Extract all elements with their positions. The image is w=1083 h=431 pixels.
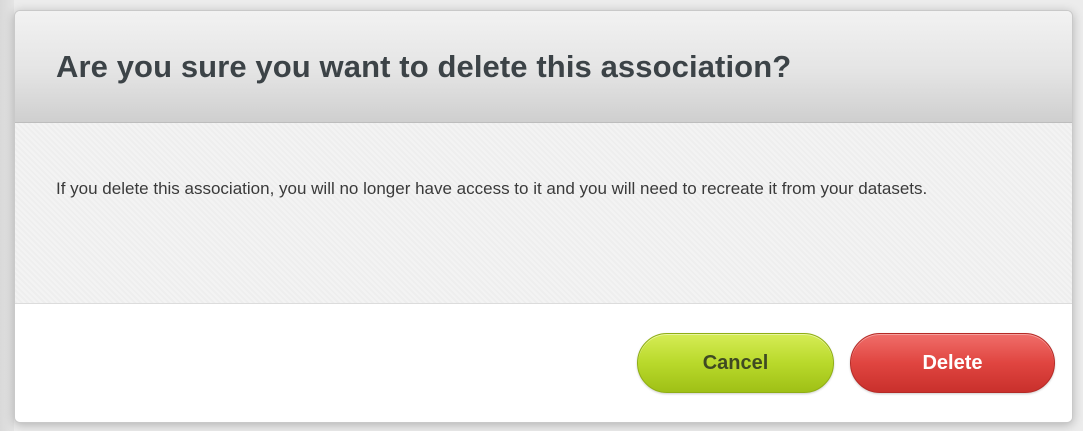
dialog-title: Are you sure you want to delete this ass… bbox=[56, 48, 792, 84]
dialog-body: If you delete this association, you will… bbox=[15, 123, 1072, 304]
dialog-footer: Cancel Delete bbox=[15, 304, 1072, 422]
dialog-message: If you delete this association, you will… bbox=[56, 179, 928, 198]
delete-association-dialog: Are you sure you want to delete this ass… bbox=[14, 10, 1073, 423]
dialog-header: Are you sure you want to delete this ass… bbox=[15, 11, 1072, 123]
delete-button[interactable]: Delete bbox=[850, 333, 1055, 393]
cancel-button[interactable]: Cancel bbox=[637, 333, 834, 393]
